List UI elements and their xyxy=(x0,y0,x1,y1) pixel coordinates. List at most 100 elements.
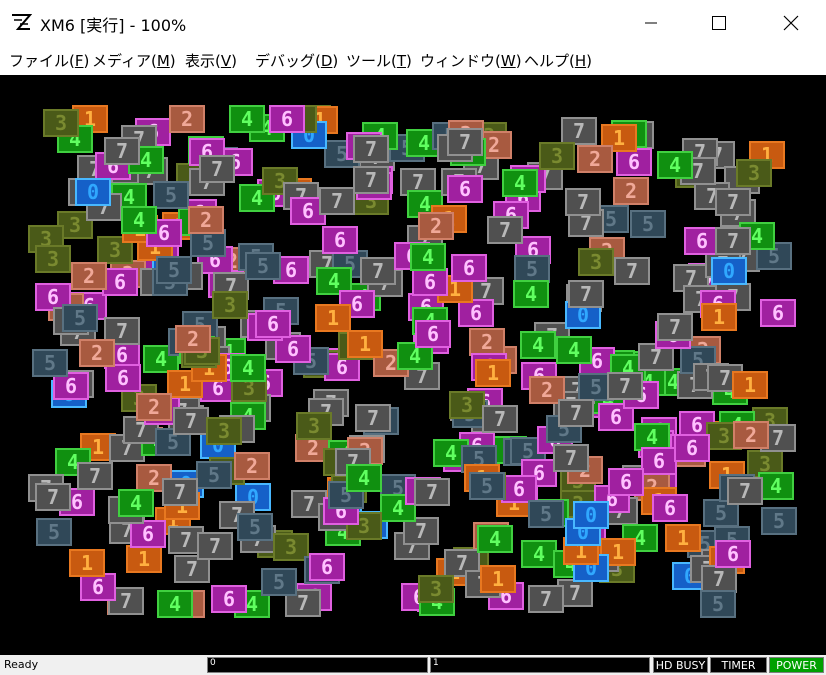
digit-tile: 2 xyxy=(577,145,613,173)
menu-file[interactable]: ファイル(F) xyxy=(9,50,89,71)
hd-busy-indicator: HD BUSY xyxy=(653,657,708,673)
digit-tile: 3 xyxy=(212,291,248,319)
digit-tile: 7 xyxy=(568,280,604,308)
digit-tile: 6 xyxy=(322,226,358,254)
digit-tile: 1 xyxy=(665,524,701,552)
digit-tile: 6 xyxy=(715,540,751,568)
digit-tile: 2 xyxy=(169,105,205,133)
digit-tile: 6 xyxy=(309,553,345,581)
digit-tile: 1 xyxy=(475,359,511,387)
digit-tile: 3 xyxy=(539,142,575,170)
digit-tile: 7 xyxy=(162,478,198,506)
digit-tile: 5 xyxy=(32,349,68,377)
digit-tile: 4 xyxy=(520,331,556,359)
digit-tile: 7 xyxy=(35,483,71,511)
digit-tile: 2 xyxy=(79,339,115,367)
digit-tile: 5 xyxy=(261,568,297,596)
digit-tile: 6 xyxy=(412,268,448,296)
digit-tile: 2 xyxy=(188,206,224,234)
digit-tile: 7 xyxy=(482,405,518,433)
digit-tile: 3 xyxy=(449,391,485,419)
status-bar: Ready 0 1 HD BUSY TIMER POWER xyxy=(0,655,826,675)
digit-tile: 4 xyxy=(521,540,557,568)
digit-tile: 1 xyxy=(315,304,351,332)
digit-tile: 1 xyxy=(126,545,162,573)
floppy-drive-0: 0 xyxy=(207,657,428,673)
menu-tools[interactable]: ツール(T) xyxy=(346,50,412,71)
digit-tile: 6 xyxy=(616,148,652,176)
digit-tile: 7 xyxy=(558,399,594,427)
emulator-screen[interactable]: 6676617276661734576567374470427217327774… xyxy=(0,75,826,655)
digit-tile: 3 xyxy=(418,575,454,603)
digit-tile: 6 xyxy=(255,310,291,338)
digit-tile: 6 xyxy=(451,254,487,282)
digit-tile: 1 xyxy=(69,549,105,577)
digit-tile: 7 xyxy=(360,257,396,285)
digit-tile: 5 xyxy=(761,507,797,535)
digit-tile: 2 xyxy=(469,328,505,356)
timer-indicator: TIMER xyxy=(710,657,767,673)
digit-tile: 5 xyxy=(153,181,189,209)
digit-tile: 1 xyxy=(480,565,516,593)
menu-help[interactable]: ヘルプ(H) xyxy=(524,50,592,71)
digit-tile: 2 xyxy=(418,212,454,240)
digit-tile: 6 xyxy=(105,364,141,392)
digit-tile: 4 xyxy=(657,151,693,179)
digit-tile: 6 xyxy=(608,468,644,496)
minimize-icon xyxy=(645,22,657,23)
digit-tile: 7 xyxy=(104,137,140,165)
digit-tile: 7 xyxy=(173,407,209,435)
title-bar[interactable]: XM6 [実行] - 100% xyxy=(0,0,826,45)
menu-view[interactable]: 表示(V) xyxy=(185,50,237,71)
digit-tile: 6 xyxy=(269,105,305,133)
digit-tile: 6 xyxy=(641,447,677,475)
maximize-button[interactable] xyxy=(696,0,742,45)
digit-tile: 3 xyxy=(35,245,71,273)
digit-tile: 2 xyxy=(175,325,211,353)
digit-tile: 6 xyxy=(447,175,483,203)
close-icon xyxy=(783,15,799,30)
digit-tile: 7 xyxy=(565,188,601,216)
digit-tile: 6 xyxy=(102,268,138,296)
digit-tile: 7 xyxy=(614,257,650,285)
digit-tile: 2 xyxy=(613,177,649,205)
menu-media[interactable]: メディア(M) xyxy=(92,50,176,71)
digit-tile: 4 xyxy=(118,489,154,517)
digit-tile: 4 xyxy=(513,280,549,308)
digit-tile: 0 xyxy=(573,501,609,529)
digit-tile: 7 xyxy=(319,187,355,215)
digit-tile: 5 xyxy=(528,500,564,528)
digit-tile: 6 xyxy=(458,299,494,327)
digit-tile: 7 xyxy=(199,155,235,183)
digit-tile: 7 xyxy=(77,462,113,490)
digit-tile: 7 xyxy=(607,372,643,400)
digit-tile: 4 xyxy=(410,243,446,271)
emulator-screen-frame: 6676617276661734576567374470427217327774… xyxy=(0,75,826,655)
digit-tile: 7 xyxy=(528,585,564,613)
digit-tile: 6 xyxy=(80,573,116,601)
digit-tile: 6 xyxy=(130,520,166,548)
floppy-drive-1: 1 xyxy=(430,657,650,673)
digit-tile: 2 xyxy=(234,452,270,480)
digit-tile: 3 xyxy=(578,248,614,276)
digit-tile: 4 xyxy=(229,105,265,133)
digit-tile: 2 xyxy=(733,421,769,449)
digit-tile: 7 xyxy=(715,227,751,255)
digit-tile: 7 xyxy=(561,117,597,145)
close-button[interactable] xyxy=(768,0,814,45)
menu-debug[interactable]: デバッグ(D) xyxy=(255,50,338,71)
status-ready: Ready xyxy=(4,658,39,671)
digit-tile: 1 xyxy=(347,330,383,358)
digit-tile: 0 xyxy=(711,257,747,285)
digit-tile: 4 xyxy=(230,354,266,382)
minimize-button[interactable] xyxy=(628,0,674,45)
digit-tile: 5 xyxy=(62,304,98,332)
digit-tile: 5 xyxy=(36,518,72,546)
digit-tile: 4 xyxy=(121,206,157,234)
digit-tile: 5 xyxy=(469,472,505,500)
digit-tile: 7 xyxy=(487,216,523,244)
digit-tile: 4 xyxy=(346,464,382,492)
digit-tile: 3 xyxy=(296,412,332,440)
digit-tile: 5 xyxy=(245,252,281,280)
menu-window[interactable]: ウィンドウ(W) xyxy=(420,50,522,71)
